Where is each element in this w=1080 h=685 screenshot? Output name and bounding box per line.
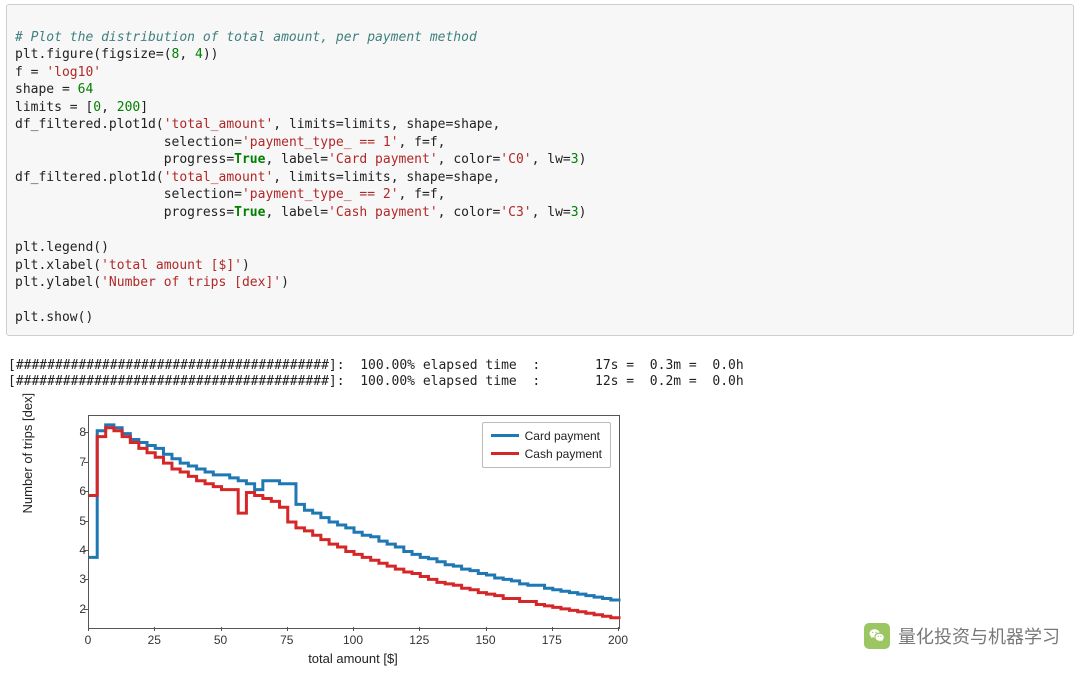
y-tick-mark <box>84 491 88 492</box>
x-axis-label: total amount [$] <box>88 651 618 666</box>
progress-line-2: [#######################################… <box>8 374 744 389</box>
progress-output: [#######################################… <box>6 336 1074 391</box>
y-tick-mark <box>84 609 88 610</box>
legend-swatch-cash <box>491 452 519 455</box>
y-tick-mark <box>84 462 88 463</box>
watermark: 量化投资与机器学习 <box>864 623 1060 649</box>
x-tick-mark <box>154 627 155 631</box>
x-tick-label: 150 <box>475 633 495 647</box>
x-tick-label: 125 <box>409 633 429 647</box>
legend-label-card: Card payment <box>525 429 600 443</box>
wechat-icon <box>864 623 890 649</box>
legend-item-cash: Cash payment <box>491 445 602 463</box>
chart: Number of trips [dex] total amount [$] C… <box>10 401 650 681</box>
code-cell: # Plot the distribution of total amount,… <box>6 4 1074 336</box>
plot-area: Card payment Cash payment <box>88 415 620 629</box>
x-tick-label: 75 <box>280 633 293 647</box>
y-tick-mark <box>84 579 88 580</box>
y-tick-mark <box>84 432 88 433</box>
x-tick-mark <box>486 627 487 631</box>
x-tick-mark <box>353 627 354 631</box>
legend-label-cash: Cash payment <box>525 447 602 461</box>
progress-line-1: [#######################################… <box>8 358 744 373</box>
x-tick-mark <box>419 627 420 631</box>
x-tick-label: 100 <box>343 633 363 647</box>
legend-item-card: Card payment <box>491 427 602 445</box>
x-tick-label: 50 <box>214 633 227 647</box>
legend-swatch-card <box>491 434 519 437</box>
x-tick-mark <box>618 627 619 631</box>
y-tick-mark <box>84 521 88 522</box>
x-tick-label: 175 <box>542 633 562 647</box>
x-tick-mark <box>552 627 553 631</box>
y-axis-label: Number of trips [dex] <box>20 392 35 513</box>
x-tick-label: 200 <box>608 633 628 647</box>
y-tick-mark <box>84 550 88 551</box>
x-tick-mark <box>221 627 222 631</box>
code-comment: # Plot the distribution of total amount,… <box>15 30 477 45</box>
x-tick-mark <box>88 627 89 631</box>
watermark-text: 量化投资与机器学习 <box>898 623 1060 649</box>
legend: Card payment Cash payment <box>482 422 611 468</box>
x-tick-label: 25 <box>148 633 161 647</box>
x-tick-label: 0 <box>85 633 92 647</box>
x-tick-mark <box>287 627 288 631</box>
